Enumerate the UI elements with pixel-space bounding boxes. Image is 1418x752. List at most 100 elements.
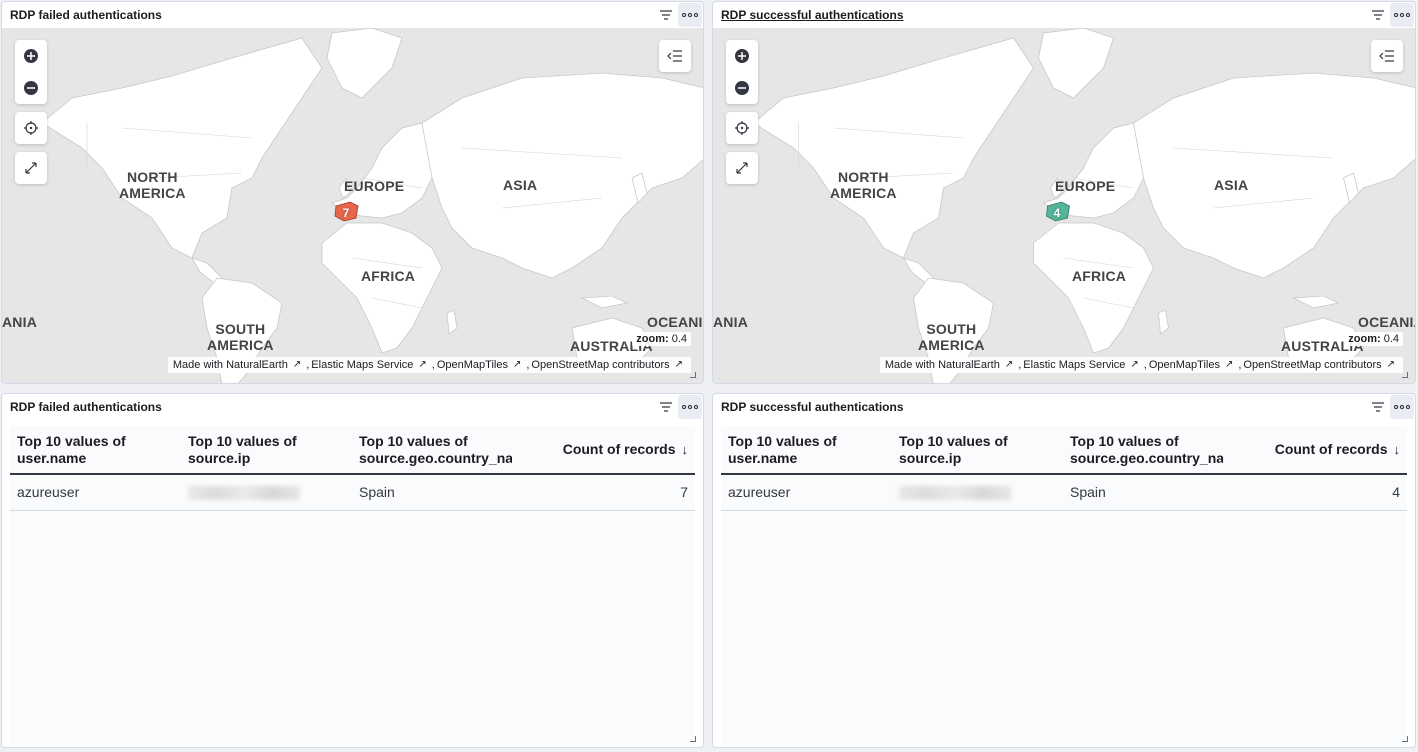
column-header-source-ip[interactable]: Top 10 values of source.ip <box>181 426 352 475</box>
locate-control <box>726 112 758 144</box>
cell-user[interactable]: azureuser <box>721 474 892 511</box>
label-asia: ASIA <box>1214 177 1249 193</box>
cell-country[interactable]: Spain <box>1063 474 1223 511</box>
filter-icon[interactable] <box>1366 395 1390 419</box>
attribution-osm[interactable]: OpenStreetMap contributors <box>531 359 669 371</box>
ellipsis-icon[interactable] <box>1390 395 1414 419</box>
external-link-icon: ↗ <box>674 359 683 370</box>
table-panel-success: RDP successful authentications Top 10 va… <box>712 393 1416 748</box>
table-header-row: Top 10 values of user.name Top 10 values… <box>10 426 695 475</box>
redacted-ip <box>188 486 300 501</box>
label-europe: EUROPE <box>1055 178 1116 194</box>
attribution-openmaptiles[interactable]: OpenMapTiles <box>1149 359 1220 371</box>
resize-handle[interactable] <box>1402 736 1408 742</box>
cell-country[interactable]: Spain <box>352 474 512 511</box>
cluster-count[interactable]: 4 <box>1047 203 1067 223</box>
resize-handle[interactable] <box>690 736 696 742</box>
data-table: Top 10 values of user.name Top 10 values… <box>721 426 1407 747</box>
panel-header: RDP successful authentications <box>713 394 1415 420</box>
panel-title: RDP failed authentications <box>10 8 162 22</box>
column-header-user-name[interactable]: Top 10 values of user.name <box>721 426 892 475</box>
zoom-controls <box>15 40 47 104</box>
attribution-ems[interactable]: Elastic Maps Service <box>311 359 413 371</box>
arrow-down-icon: ↓ <box>1393 442 1401 457</box>
redacted-ip <box>899 486 1011 501</box>
table-row: azureuser Spain 7 <box>10 474 695 511</box>
external-link-icon: ↗ <box>1004 359 1014 370</box>
cell-ip[interactable] <box>181 474 352 511</box>
attribution-ems[interactable]: Elastic Maps Service <box>1023 359 1125 371</box>
label-europe: EUROPE <box>344 178 405 194</box>
world-map[interactable]: NORTH AMERICA EUROPE ASIA AFRICA SOUTH A… <box>713 28 1415 383</box>
locate-control <box>15 112 47 144</box>
panel-title: RDP failed authentications <box>10 400 162 414</box>
data-table: Top 10 values of user.name Top 10 values… <box>10 426 695 747</box>
cell-count[interactable]: 7 <box>512 474 695 511</box>
crosshair-icon[interactable] <box>726 112 758 144</box>
attribution-natural-earth[interactable]: Made with NaturalEarth <box>173 359 288 371</box>
label-north-america: NORTH AMERICA <box>119 169 186 201</box>
layers-collapse-icon[interactable] <box>1371 40 1403 72</box>
column-header-count[interactable]: Count of records ↓ <box>1223 426 1407 475</box>
expand-icon[interactable] <box>726 152 758 184</box>
map-attribution: Made with NaturalEarth ↗, Elastic Maps Se… <box>167 357 691 373</box>
column-header-country[interactable]: Top 10 values of source.geo.country_na <box>352 426 512 475</box>
external-link-icon: ↗ <box>1130 359 1139 370</box>
zoom-indicator: zoom: 0.4 <box>1344 332 1403 346</box>
external-link-icon: ↗ <box>1224 359 1234 370</box>
label-oceania-right: OCEANIA <box>647 314 703 330</box>
column-header-country[interactable]: Top 10 values of source.geo.country_na <box>1063 426 1223 475</box>
resize-handle[interactable] <box>690 372 696 378</box>
external-link-icon: ↗ <box>1386 359 1395 370</box>
cell-ip[interactable] <box>892 474 1063 511</box>
fullscreen-control <box>726 152 758 184</box>
ellipsis-icon[interactable] <box>1390 3 1414 27</box>
fullscreen-control <box>15 152 47 184</box>
label-asia: ASIA <box>503 177 538 193</box>
ellipsis-icon[interactable] <box>678 395 702 419</box>
column-header-count[interactable]: Count of records ↓ <box>512 426 695 475</box>
attribution-openmaptiles[interactable]: OpenMapTiles <box>437 359 508 371</box>
label-oceania-right: OCEANIA <box>1358 314 1415 330</box>
resize-handle[interactable] <box>1402 372 1408 378</box>
table-row: azureuser Spain 4 <box>721 474 1407 511</box>
filter-icon[interactable] <box>654 3 678 27</box>
attribution-osm[interactable]: OpenStreetMap contributors <box>1243 359 1381 371</box>
external-link-icon: ↗ <box>292 359 302 370</box>
world-map[interactable]: NORTH AMERICA EUROPE ASIA AFRICA SOUTH A… <box>2 28 703 383</box>
attribution-natural-earth[interactable]: Made with NaturalEarth <box>885 359 1000 371</box>
zoom-in-icon[interactable] <box>726 40 758 72</box>
label-africa: AFRICA <box>1072 268 1127 284</box>
label-africa: AFRICA <box>361 268 416 284</box>
cluster-count[interactable]: 7 <box>336 203 356 223</box>
map-panel-success: RDP successful authentications NORTH AME… <box>712 1 1416 384</box>
map-attribution: Made with NaturalEarth ↗, Elastic Maps Se… <box>879 357 1403 373</box>
label-north-america: NORTH AMERICA <box>830 169 897 201</box>
cell-count[interactable]: 4 <box>1223 474 1407 511</box>
external-link-icon: ↗ <box>512 359 522 370</box>
panel-title: RDP successful authentications <box>721 400 904 414</box>
zoom-out-icon[interactable] <box>15 72 47 104</box>
ellipsis-icon[interactable] <box>678 3 702 27</box>
panel-header: RDP failed authentications <box>2 394 703 420</box>
label-south-america: SOUTH AMERICA <box>918 321 985 353</box>
zoom-controls <box>726 40 758 104</box>
zoom-indicator: zoom: 0.4 <box>632 332 691 346</box>
column-header-source-ip[interactable]: Top 10 values of source.ip <box>892 426 1063 475</box>
panel-header: RDP failed authentications <box>2 2 703 28</box>
expand-icon[interactable] <box>15 152 47 184</box>
zoom-in-icon[interactable] <box>15 40 47 72</box>
arrow-down-icon: ↓ <box>681 442 689 457</box>
zoom-out-icon[interactable] <box>726 72 758 104</box>
crosshair-icon[interactable] <box>15 112 47 144</box>
label-south-america: SOUTH AMERICA <box>207 321 274 353</box>
panel-title[interactable]: RDP successful authentications <box>721 8 904 22</box>
filter-icon[interactable] <box>1366 3 1390 27</box>
label-oceania-left: ANIA <box>2 314 38 330</box>
column-header-user-name[interactable]: Top 10 values of user.name <box>10 426 181 475</box>
layers-collapse-icon[interactable] <box>659 40 691 72</box>
filter-icon[interactable] <box>654 395 678 419</box>
cell-user[interactable]: azureuser <box>10 474 181 511</box>
external-link-icon: ↗ <box>418 359 427 370</box>
label-oceania-left: ANIA <box>713 314 749 330</box>
